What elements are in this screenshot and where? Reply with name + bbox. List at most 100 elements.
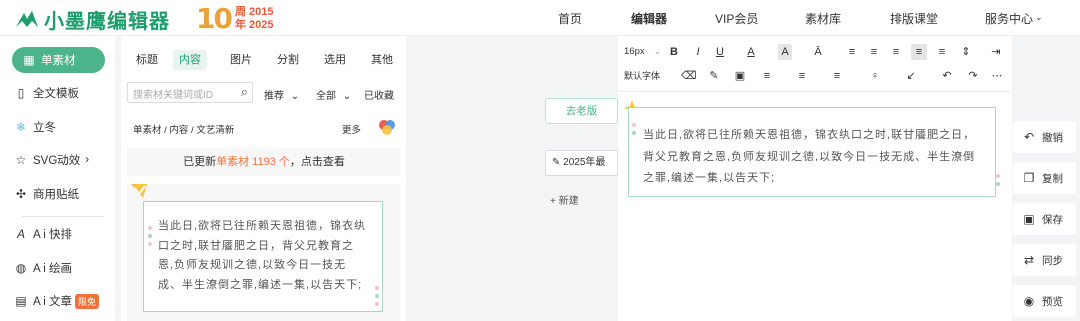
- tab-other[interactable]: 其他: [365, 50, 399, 70]
- decor-dot: [632, 131, 636, 135]
- undo-icon: ↶: [1023, 130, 1035, 144]
- tab-image[interactable]: 图片: [224, 50, 258, 70]
- nav-materials[interactable]: 素材库: [805, 10, 841, 27]
- filter-all-dropdown[interactable]: 全部 ⌄: [316, 87, 351, 102]
- line-height-button[interactable]: ⇕: [960, 44, 972, 60]
- tab-divider[interactable]: 分割: [271, 50, 305, 70]
- copy-action-button[interactable]: ❐ 复制: [1013, 162, 1076, 194]
- new-document-button[interactable]: + 新建: [550, 192, 579, 207]
- decor-dot: [632, 123, 636, 127]
- sync-action-button[interactable]: ⇄ 同步: [1013, 244, 1076, 276]
- font-family-select[interactable]: 默认字体: [624, 68, 660, 84]
- letter-spacing-button[interactable]: ⇥: [990, 44, 1002, 60]
- chevron-right-icon: ›: [85, 154, 90, 166]
- italic-button[interactable]: I: [692, 44, 704, 60]
- font-color-button[interactable]: A: [745, 44, 757, 60]
- search-icon[interactable]: ⌕: [241, 84, 248, 100]
- sidebar-item-ai-article[interactable]: ▤ A i 文章 限免: [14, 288, 106, 314]
- tab-title[interactable]: 标题: [130, 50, 164, 70]
- indent-button[interactable]: ≡: [936, 44, 948, 60]
- chevron-down-icon[interactable]: ⌄: [1035, 12, 1043, 23]
- plus-icon: +: [550, 196, 556, 207]
- underline-button[interactable]: U: [714, 44, 726, 60]
- format-brush-icon[interactable]: ✎: [707, 68, 721, 84]
- sidebar-item-single-material[interactable]: ▦ 单素材: [12, 47, 105, 73]
- save-icon: ▣: [1023, 212, 1035, 226]
- card-poem-text: 当此日,欲将已往所赖天恩祖德，锦衣纨口之时,联甘餍肥之日，背父兄教育之恩,负师友…: [143, 201, 383, 312]
- redo-icon[interactable]: ↷: [966, 68, 980, 84]
- nav-service-center[interactable]: 服务中心: [985, 10, 1033, 27]
- sidebar-item-label: 商用贴纸: [33, 189, 79, 201]
- sidebar-item-commercial-stickers[interactable]: ✣ 商用贴纸: [14, 181, 106, 207]
- nav-vip[interactable]: VIP会员: [715, 10, 758, 27]
- sidebar-item-label: 立冬: [33, 122, 56, 134]
- template-icon: ▯: [17, 86, 25, 100]
- align-justify-button[interactable]: ≡: [911, 44, 927, 60]
- color-palette-icon[interactable]: [378, 119, 396, 136]
- puzzle-icon: ✣: [15, 187, 27, 201]
- eraser-icon[interactable]: ⌫: [681, 68, 697, 84]
- editor-page[interactable]: 当此日,欲将已往所赖天恩祖德，锦衣纨口之时,联甘餍肥之日，背父兄教育之恩,负师友…: [618, 92, 1012, 321]
- preview-action-button[interactable]: ◉ 预览: [1013, 285, 1076, 317]
- logo[interactable]: 小墨鹰编辑器: [14, 5, 170, 34]
- material-card[interactable]: 当此日,欲将已往所赖天恩祖德，锦衣纨口之时,联甘餍肥之日，背父兄教育之恩,负师友…: [127, 184, 401, 321]
- lightbulb-icon[interactable]: ♀: [868, 68, 882, 84]
- sidebar-divider: [22, 216, 104, 217]
- chevron-down-icon: ⌄: [342, 91, 352, 102]
- search-input[interactable]: 搜索材关键词或ID ⌕: [127, 82, 253, 103]
- chevron-down-icon: ⌄: [290, 91, 300, 102]
- sync-icon: ⇄: [1023, 253, 1035, 267]
- grid-icon: ▦: [23, 53, 35, 67]
- document-select[interactable]: ✎ 2025年最: [545, 150, 618, 176]
- eye-icon: ◉: [1023, 294, 1035, 308]
- sidebar-item-svg-animation[interactable]: ☆ SVG动效 ›: [14, 147, 106, 173]
- sidebar-item-label: 全文模板: [33, 88, 79, 100]
- align-center-button[interactable]: ≡: [868, 44, 880, 60]
- sidebar-item-ai-layout[interactable]: A A i 快排: [14, 221, 106, 247]
- decor-dot: [375, 302, 379, 306]
- update-notice[interactable]: 已更新单素材 1193 个，点击查看: [127, 148, 401, 176]
- spacing-after-icon[interactable]: ≡: [795, 68, 809, 84]
- sidebar-item-label: A i 文章: [33, 296, 72, 308]
- search-placeholder: 搜索材关键词或ID: [133, 90, 213, 101]
- align-right-button[interactable]: ≡: [890, 44, 902, 60]
- border-icon[interactable]: ≡: [830, 68, 844, 84]
- copy-icon: ❐: [1023, 171, 1035, 185]
- sidebar-item-full-template[interactable]: ▯ 全文模板: [14, 80, 106, 106]
- brand-name: 小墨鹰编辑器: [44, 11, 170, 33]
- decor-dot: [148, 226, 152, 230]
- text-effect-button[interactable]: Ā: [812, 44, 824, 60]
- image-icon[interactable]: ▣: [733, 68, 747, 84]
- sidebar-item-label: A i 快排: [33, 229, 72, 241]
- filter-favorites[interactable]: 已收藏: [364, 87, 394, 102]
- tab-content[interactable]: 内容: [173, 50, 207, 70]
- eagle-logo-icon: [16, 10, 38, 27]
- undo-icon[interactable]: ↶: [940, 68, 954, 84]
- arrow-icon[interactable]: ↙: [904, 68, 918, 84]
- editor-poem-text[interactable]: 当此日,欲将已往所赖天恩祖德，锦衣纨口之时,联甘餍肥之日，背父兄教育之恩,负师友…: [628, 107, 996, 197]
- sidebar-item-lidong[interactable]: ❄ 立冬: [14, 114, 106, 140]
- left-sidebar: ▦ 单素材 ▯ 全文模板 ❄ 立冬 ☆ SVG动效 › ✣ 商用贴纸 A A i…: [0, 36, 115, 321]
- bold-button[interactable]: B: [668, 44, 680, 60]
- font-size-select[interactable]: 16px: [624, 44, 645, 60]
- breadcrumb: 单素材 / 内容 / 文艺清新: [133, 125, 235, 136]
- old-version-button[interactable]: 去老版: [545, 98, 618, 124]
- nav-editor[interactable]: 编辑器: [631, 10, 667, 27]
- more-link[interactable]: 更多: [342, 122, 361, 136]
- decor-dot: [148, 234, 152, 238]
- align-left-button[interactable]: ≡: [846, 44, 858, 60]
- save-action-button[interactable]: ▣ 保存: [1013, 203, 1076, 235]
- sidebar-item-ai-drawing[interactable]: ◍ A i 绘画: [14, 255, 106, 281]
- palette-icon: ◍: [15, 261, 27, 275]
- chevron-down-icon[interactable]: ⌄: [654, 44, 661, 60]
- more-icon[interactable]: ⋯: [990, 68, 1004, 84]
- decor-dot: [375, 294, 379, 298]
- filter-recommend-dropdown[interactable]: 推荐 ⌄: [264, 87, 299, 102]
- tab-selected[interactable]: 选用: [318, 50, 352, 70]
- spacing-before-icon[interactable]: ≡: [760, 68, 774, 84]
- nav-home[interactable]: 首页: [558, 10, 582, 27]
- sticker-icon: [131, 184, 147, 198]
- nav-classroom[interactable]: 排版课堂: [890, 10, 938, 27]
- undo-action-button[interactable]: ↶ 撤销: [1013, 121, 1076, 153]
- highlight-color-button[interactable]: A: [778, 44, 792, 60]
